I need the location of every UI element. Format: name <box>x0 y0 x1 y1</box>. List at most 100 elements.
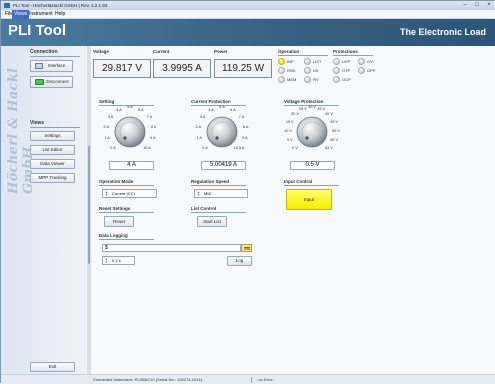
led-label-rsd: RSD <box>287 68 296 73</box>
interface-button[interactable]: Interface <box>30 60 73 72</box>
led-uvp-icon <box>333 58 340 65</box>
interface-label: Interface <box>47 63 66 68</box>
voltage-protection-value[interactable]: 0.5 V <box>290 161 335 170</box>
voltage-protection-scale-label: 45 V <box>330 119 339 124</box>
data-logging-title: Data Logging <box>99 233 128 238</box>
power-display: 119.25 W <box>214 59 272 78</box>
settings-panel <box>91 46 495 374</box>
setting-knob[interactable] <box>113 115 147 149</box>
voltage-protection-title: Voltage Protection <box>284 99 324 104</box>
led-label-list: LIST <box>313 59 322 64</box>
separator <box>251 377 252 383</box>
voltage-protection-scale-label: 40 V <box>325 112 333 117</box>
maximize-button[interactable]: □ <box>472 2 482 9</box>
setting-scale-label: 9 A <box>150 136 156 141</box>
divider <box>278 55 328 56</box>
disconnect-label: Disconnect <box>46 79 69 84</box>
input-control-title: Input Control <box>284 179 313 184</box>
led-uv-icon <box>304 67 311 74</box>
title-bar: PLI Tool - Höcherl&Hackl GmbH | Rev. 1.2… <box>1 1 495 10</box>
divider <box>191 185 246 186</box>
current-protection-scale-label: 7 A <box>238 114 245 119</box>
minimize-button[interactable]: – <box>460 2 470 9</box>
voltage-protection-scale-label: 10 V <box>284 129 292 133</box>
log-path-input[interactable]: $ <box>102 244 241 252</box>
led-opp-icon <box>358 67 365 74</box>
reset-button[interactable]: Reset <box>104 216 134 227</box>
window-title: PLI Tool - Höcherl&Hackl GmbH | Rev. 1.2… <box>13 3 108 8</box>
led-ocp-icon <box>333 76 340 83</box>
menu-help[interactable]: Help <box>53 10 67 19</box>
browse-folder-button[interactable] <box>241 244 252 252</box>
input-toggle-button[interactable]: Input <box>286 189 332 210</box>
voltage-protection-scale-label: 55 V <box>330 138 339 143</box>
led-otp-icon <box>333 67 340 74</box>
operation-title: Operation <box>278 49 300 54</box>
reset-settings-title: Reset Settings <box>99 206 131 211</box>
setting-scale-label: 2 A <box>103 125 110 130</box>
divider <box>99 212 154 213</box>
led-rv-icon <box>304 76 311 83</box>
exit-button[interactable]: Exit <box>30 362 75 372</box>
disconnect-button[interactable]: Disconnect <box>30 76 73 88</box>
regulation-speed-selected: MID <box>204 191 212 196</box>
divider <box>30 127 80 128</box>
regulation-speed-select[interactable]: ▲ ▼ MID <box>194 189 248 198</box>
view-data-viewer-button[interactable]: Data Viewer <box>30 159 75 169</box>
protections-title: Protections <box>333 49 358 54</box>
setting-scale-label: 10 A <box>143 145 151 150</box>
menu-bar: File Views Instrument Help <box>1 10 495 19</box>
led-list-icon <box>304 58 311 65</box>
voltage-protection-scale-label: 0 V <box>292 145 298 150</box>
current-protection-scale-label: 3 A <box>199 114 206 119</box>
connection-status-icon <box>35 79 44 85</box>
current-protection-scale-label: 8 A <box>242 125 249 130</box>
led-rsd-icon <box>278 67 285 74</box>
setting-title: Setting <box>99 99 115 104</box>
led-label-inp: INP <box>287 59 294 64</box>
divider <box>191 212 246 213</box>
operation-mode-select[interactable]: ▲ ▼ Current (CC) <box>102 189 157 198</box>
list-control-title: List Control <box>191 206 217 211</box>
divider <box>284 185 339 186</box>
current-protection-title: Current Protection <box>191 99 231 104</box>
led-label-opp: OPP <box>367 68 376 73</box>
led-ov-icon <box>358 58 365 65</box>
app-title: PLI Tool <box>8 22 67 39</box>
view-list-editor-button[interactable]: List Editor <box>30 145 75 155</box>
app-icon <box>4 3 10 8</box>
current-protection-scale-label: 10.5 A <box>233 145 245 150</box>
setting-scale-label: 7 A <box>146 114 153 119</box>
divider <box>99 239 154 240</box>
current-protection-knob[interactable] <box>205 115 239 149</box>
voltage-protection-scale-label: 63 V <box>325 145 333 150</box>
operation-mode-title: Operation Mode <box>99 179 134 184</box>
setting-scale-label: 0 A <box>110 145 116 150</box>
current-protection-scale-label: 6 A <box>230 107 236 112</box>
brand-tagline: The Electronic Load <box>399 27 486 37</box>
menu-instrument[interactable]: Instrument <box>27 10 55 19</box>
start-list-button[interactable]: Start List <box>197 216 227 227</box>
app-window: PLI Tool - Höcherl&Hackl GmbH | Rev. 1.2… <box>0 0 495 384</box>
current-protection-value[interactable]: 5.00419 A <box>201 161 246 170</box>
led-mem-icon <box>278 76 285 83</box>
log-button[interactable]: Log <box>227 256 252 266</box>
close-button[interactable]: × <box>484 2 494 9</box>
led-inp-icon <box>278 58 285 65</box>
voltage-protection-knob[interactable] <box>295 115 329 149</box>
current-protection-scale-label: 2 A <box>195 125 202 130</box>
app-header: PLI Tool The Electronic Load <box>1 19 495 46</box>
spin-arrows-icon: ▲ ▼ <box>105 190 108 197</box>
voltage-protection-scale-label: 50 V <box>332 129 340 133</box>
log-interval-select[interactable]: ▲ ▼ 0.1 s <box>102 256 135 265</box>
view-settings-button[interactable]: Settings <box>30 131 75 141</box>
view-mpp-tracking-button[interactable]: MPP Tracking <box>30 173 75 183</box>
setting-value[interactable]: 4 A <box>109 161 154 170</box>
led-label-rv: RV <box>313 77 319 82</box>
led-label-mem: MEM <box>287 77 297 82</box>
current-protection-scale-label: 9 A <box>242 136 248 141</box>
sidebar-scrollbar-thumb[interactable] <box>88 146 90 264</box>
interface-icon <box>35 63 43 69</box>
current-display: 3.9995 A <box>153 59 211 78</box>
led-label-otp: OTP <box>342 68 351 73</box>
